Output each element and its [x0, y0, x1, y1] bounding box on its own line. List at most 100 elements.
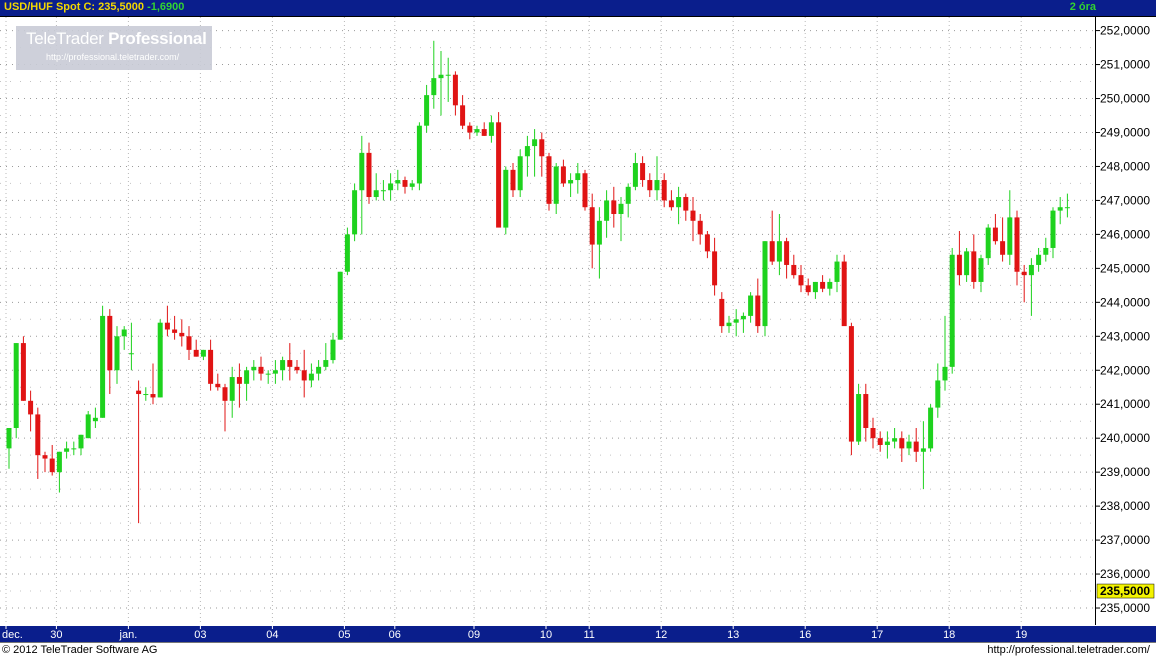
candle-body-up — [596, 220, 602, 245]
candle-body-down — [294, 366, 300, 371]
candle-body-down — [661, 180, 667, 201]
candle-body-down — [150, 394, 156, 398]
candle-body-down — [301, 370, 307, 381]
candle-body-up — [488, 122, 494, 136]
y-tick-label: 252,0000 — [1100, 24, 1150, 38]
x-tick-label: dec. — [2, 629, 23, 641]
candle-body-down — [481, 129, 487, 136]
candle-body-up — [143, 394, 149, 396]
candle-body-down — [683, 197, 689, 211]
candle-body-down — [258, 366, 264, 374]
candle-body-down — [784, 241, 790, 265]
candle-body-up — [344, 234, 350, 272]
candle-body-up — [359, 152, 365, 191]
candle-body-down — [913, 441, 919, 452]
x-tick-label: 09 — [468, 629, 480, 641]
candle-body-down — [791, 264, 797, 276]
candle-body-up — [474, 129, 480, 133]
candle-body-up — [438, 74, 444, 79]
candle-body-down — [496, 122, 502, 228]
candle-body-up — [416, 125, 422, 184]
candle-body-up — [114, 336, 120, 371]
candle-body-up — [265, 373, 271, 375]
candle-body-up — [330, 339, 336, 361]
candle-body-up — [71, 448, 77, 450]
candle-body-up — [632, 163, 638, 187]
candle-body-down — [215, 383, 221, 388]
instrument-title: USD/HUF Spot C: 235,5000 -1,6900 — [4, 1, 184, 13]
candle-body-down — [510, 169, 516, 191]
candle-body-up — [985, 227, 991, 259]
candle-body-up — [308, 373, 314, 381]
candle-body-up — [503, 169, 509, 228]
price-axis[interactable]: 235,0000 236,0000 237,0000 238,0000 239,0000… — [1096, 17, 1156, 625]
y-tick-label: 243,0000 — [1100, 329, 1150, 343]
candle-body-down — [956, 254, 962, 276]
candle-body-down — [28, 400, 34, 415]
x-tick-label: 12 — [655, 629, 667, 641]
candle-body-down — [647, 180, 653, 191]
y-tick-label: 247,0000 — [1100, 193, 1150, 207]
candle-body-up — [272, 370, 278, 374]
x-tick-label: 13 — [727, 629, 739, 641]
candle-body-down — [877, 438, 883, 445]
candle-body-down — [366, 152, 372, 198]
candle-body-up — [654, 180, 660, 191]
candle-body-down — [992, 227, 998, 242]
candle-body-up — [409, 183, 415, 187]
candle-body-up — [64, 448, 70, 452]
candle-body-down — [186, 336, 192, 350]
x-tick-label: 19 — [1015, 629, 1027, 641]
candle-body-down — [1021, 271, 1027, 276]
candle-body-down — [820, 281, 826, 289]
candle-body-up — [316, 366, 322, 374]
candle-body-up — [575, 173, 581, 181]
candle-body-down — [1014, 217, 1020, 272]
candle-body-down — [179, 332, 185, 337]
candle-body-up — [726, 322, 732, 327]
candlestick-chart[interactable] — [0, 13, 1095, 625]
candle-body-down — [640, 163, 646, 181]
candle-body-down — [704, 234, 710, 252]
candle-body-up — [604, 200, 610, 221]
y-tick-label: 242,0000 — [1100, 363, 1150, 377]
footer: © 2012 TeleTrader Software AG http://pro… — [0, 642, 1156, 660]
candle-body-up — [553, 166, 559, 204]
candle-body-up — [373, 190, 379, 198]
y-tick-label: 248,0000 — [1100, 159, 1150, 173]
candle-body-up — [445, 74, 451, 76]
candle-body-down — [208, 349, 214, 384]
copyright-text: © 2012 TeleTrader Software AG — [2, 644, 158, 656]
candle-body-up — [935, 380, 941, 408]
candle-body-up — [395, 180, 401, 184]
candle-body-up — [1050, 210, 1056, 248]
y-tick-label: 251,0000 — [1100, 58, 1150, 72]
candle-body-down — [719, 298, 725, 327]
candle-body-down — [222, 387, 228, 401]
candle-body-down — [805, 285, 811, 293]
candle-body-up — [92, 417, 98, 422]
candle-body-down — [460, 105, 466, 126]
candle-body-down — [236, 377, 242, 384]
candle-body-down — [452, 74, 458, 106]
x-tick-label: 06 — [389, 629, 401, 641]
candle-body-up — [733, 319, 739, 323]
candle-body-down — [560, 166, 566, 184]
candle-body-down — [467, 125, 473, 133]
plot-area[interactable] — [0, 13, 1096, 625]
candle-body-down — [49, 458, 55, 473]
candle-body-up — [128, 353, 134, 355]
logo-brand: TeleTrader Professional — [26, 29, 207, 48]
candle-body-up — [244, 370, 250, 384]
candle-body-up — [431, 78, 437, 96]
candle-body-down — [712, 251, 718, 286]
candle-body-up — [6, 427, 12, 449]
time-axis[interactable]: dec. 30 jan. 03 04 05 06 09 10 11 12 13 16 17 18 19 — [0, 626, 1156, 642]
candle-body-up — [78, 434, 84, 449]
candle-body-up — [1036, 254, 1042, 265]
interval-label: 2 óra — [1069, 1, 1096, 13]
candle-body-up — [200, 349, 206, 357]
x-tick-label: 16 — [799, 629, 811, 641]
close-price-label: C: 235,5000 — [83, 1, 144, 13]
candle-body-up — [892, 438, 898, 442]
